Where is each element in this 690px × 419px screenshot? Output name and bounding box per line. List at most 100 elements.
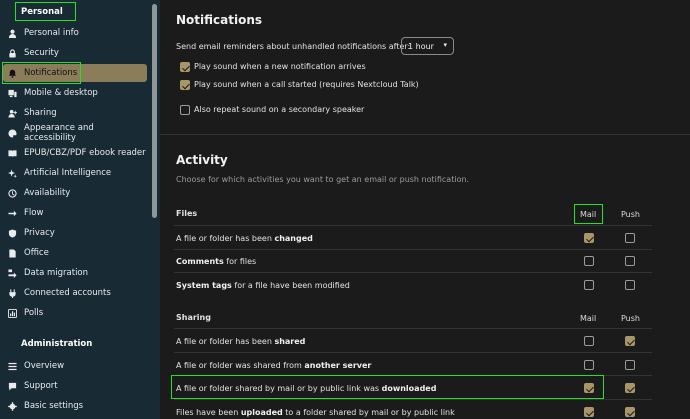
sidebar-item-label: Polls — [24, 308, 44, 318]
row-divider — [174, 352, 652, 353]
sidebar-item-data-migration[interactable]: Data migration — [3, 264, 147, 282]
chat-icon — [7, 381, 17, 391]
shared-mail-checkbox[interactable] — [584, 336, 594, 346]
sidebar-item-appearance[interactable]: Appearance and accessibility — [3, 123, 147, 143]
push-column-header: Push — [621, 210, 640, 219]
row-divider — [174, 328, 652, 329]
share-icon — [7, 108, 17, 118]
sidebar-item-label: Privacy — [24, 228, 55, 238]
sidebar-item-office[interactable]: Office — [3, 244, 147, 262]
plug-icon — [7, 288, 17, 298]
reminder-select[interactable]: 1 hour ▾ — [401, 37, 454, 55]
row-divider — [174, 225, 652, 226]
sidebar-item-ebook-reader[interactable]: EPUB/CBZ/PDF ebook reader — [3, 144, 147, 162]
row-changed: A file or folder has been changed — [176, 234, 313, 243]
sidebar-item-label: EPUB/CBZ/PDF ebook reader — [24, 148, 146, 158]
sidebar-item-label: Personal info — [24, 28, 79, 38]
row-bold: downloaded — [381, 384, 437, 393]
sharing-section-heading: Sharing — [176, 313, 211, 322]
downloaded-mail-checkbox[interactable] — [584, 383, 594, 393]
reminder-label: Send email reminders about unhandled not… — [176, 42, 411, 51]
call-sound-label: Play sound when a call started (requires… — [194, 80, 419, 89]
row-bold: shared — [274, 337, 306, 346]
row-text: A file or folder has been — [176, 234, 275, 243]
shield-icon — [7, 228, 17, 238]
row-text: A file or folder was shared from — [176, 361, 305, 370]
sidebar-item-overview[interactable]: Overview — [3, 357, 147, 375]
sparkle-icon — [7, 168, 17, 178]
row-text: A file or folder has been — [176, 337, 275, 346]
sidebar-item-flow[interactable]: Flow — [3, 204, 147, 222]
bell-icon — [7, 68, 17, 78]
sidebar-item-sharing[interactable]: Sharing — [3, 104, 147, 122]
row-bold: Comments — [176, 257, 224, 266]
uploaded-push-checkbox[interactable] — [625, 407, 635, 417]
chevron-down-icon: ▾ — [443, 41, 447, 49]
administration-heading: Administration — [21, 339, 93, 349]
play-sound-checkbox[interactable] — [180, 62, 190, 72]
phone-icon — [7, 88, 17, 98]
poll-icon — [7, 308, 17, 318]
sidebar-item-security[interactable]: Security — [3, 44, 147, 62]
row-bold: another server — [304, 361, 372, 370]
list-icon — [7, 361, 17, 371]
activity-description: Choose for which activities you want to … — [176, 175, 470, 184]
activity-title: Activity — [176, 153, 228, 167]
another-server-push-checkbox[interactable] — [625, 360, 635, 370]
downloaded-push-checkbox[interactable] — [625, 383, 635, 393]
row-bold: changed — [274, 234, 313, 243]
sidebar-item-personal-info[interactable]: Personal info — [3, 24, 147, 42]
personal-heading: Personal — [21, 7, 63, 17]
sidebar-item-notifications[interactable]: Notifications — [3, 64, 147, 82]
sidebar-item-connected-accounts[interactable]: Connected accounts — [3, 284, 147, 302]
row-divider — [174, 375, 652, 376]
sidebar-item-label: Security — [24, 48, 59, 58]
settings-sidebar: Personal Personal info Security Notifica… — [0, 0, 160, 419]
migration-icon — [7, 268, 17, 278]
changed-mail-checkbox[interactable] — [584, 233, 594, 243]
comments-push-checkbox[interactable] — [625, 256, 635, 266]
secondary-speaker-checkbox[interactable] — [180, 105, 190, 115]
sidebar-item-artificial-intelligence[interactable]: Artificial Intelligence — [3, 164, 147, 182]
row-uploaded: Files have been uploaded to a folder sha… — [176, 408, 455, 417]
sidebar-item-basic-settings[interactable]: Basic settings — [3, 397, 147, 415]
system-tags-push-checkbox[interactable] — [625, 280, 635, 290]
sidebar-item-label: Appearance and accessibility — [24, 123, 94, 143]
files-section-heading: Files — [176, 209, 198, 218]
call-sound-checkbox[interactable] — [180, 80, 190, 90]
palette-icon — [7, 128, 17, 138]
system-tags-mail-checkbox[interactable] — [584, 280, 594, 290]
sidebar-item-label: Basic settings — [24, 401, 84, 411]
sidebar-item-label: Sharing — [24, 108, 57, 118]
flow-icon — [7, 208, 17, 218]
sidebar-item-support[interactable]: Support — [3, 377, 147, 395]
uploaded-mail-checkbox[interactable] — [584, 407, 594, 417]
mail-column-header: Mail — [580, 210, 597, 219]
shared-push-checkbox[interactable] — [625, 336, 635, 346]
reminder-select-value: 1 hour — [408, 41, 434, 51]
section-divider — [160, 134, 690, 135]
row-text: Files have been — [176, 408, 241, 417]
row-system-tags: System tags for a file have been modifie… — [176, 281, 350, 290]
sidebar-item-label: Notifications — [24, 68, 78, 78]
sidebar-item-polls[interactable]: Polls — [3, 304, 147, 322]
changed-push-checkbox[interactable] — [625, 233, 635, 243]
comments-mail-checkbox[interactable] — [584, 256, 594, 266]
sidebar-item-label: Data migration — [24, 268, 89, 278]
sidebar-scrollbar[interactable] — [152, 4, 157, 218]
person-icon — [7, 28, 17, 38]
sidebar-item-label: Flow — [24, 208, 44, 218]
sidebar-item-privacy[interactable]: Privacy — [3, 224, 147, 242]
another-server-mail-checkbox[interactable] — [584, 360, 594, 370]
sidebar-item-label: Overview — [24, 361, 65, 371]
sidebar-item-label: Availability — [24, 188, 71, 198]
clock-icon — [7, 188, 17, 198]
sidebar-item-label: Support — [24, 381, 58, 391]
row-text: to a folder shared by mail or by public … — [282, 408, 455, 417]
sidebar-item-availability[interactable]: Availability — [3, 184, 147, 202]
row-bold: System tags — [176, 281, 232, 290]
row-divider — [174, 249, 652, 250]
row-another-server: A file or folder was shared from another… — [176, 361, 371, 370]
sidebar-item-mobile-desktop[interactable]: Mobile & desktop — [3, 84, 147, 102]
play-sound-label: Play sound when a new notification arriv… — [194, 62, 366, 71]
